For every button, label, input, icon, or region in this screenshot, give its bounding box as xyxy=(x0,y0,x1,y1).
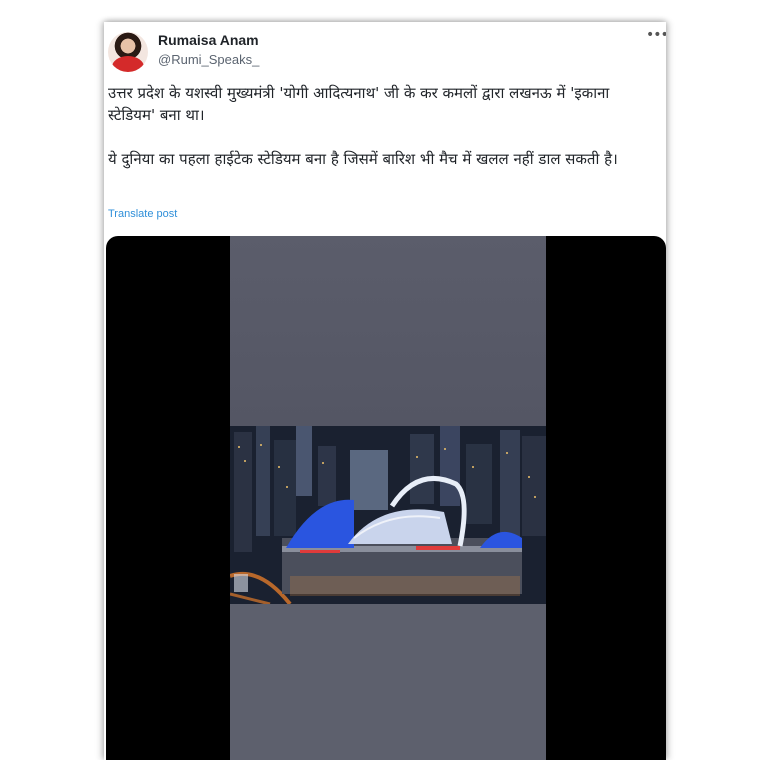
translate-post-link[interactable]: Translate post xyxy=(108,208,177,220)
author-name[interactable]: Rumaisa Anam xyxy=(158,32,259,48)
video-sky xyxy=(230,236,546,426)
more-dots-icon[interactable]: ••• xyxy=(646,28,666,44)
tweet-text-paragraph: उत्तर प्रदेश के यशस्वी मुख्यमंत्री 'योगी… xyxy=(108,84,610,124)
tweet-header: Rumaisa Anam @Rumi_Speaks_ ••• xyxy=(104,22,666,82)
avatar-shirt xyxy=(112,56,144,72)
video-bottom-band xyxy=(230,604,546,760)
stadium-image xyxy=(230,426,546,604)
author-handle[interactable]: @Rumi_Speaks_ xyxy=(158,52,259,67)
stadium-illustration xyxy=(230,426,546,604)
tweet-text-paragraph: ये दुनिया का पहला हाईटेक स्टेडियम बना है… xyxy=(108,150,618,168)
avatar[interactable] xyxy=(108,32,148,72)
video-player[interactable] xyxy=(106,236,666,760)
tweet-text: उत्तर प्रदेश के यशस्वी मुख्यमंत्री 'योगी… xyxy=(108,82,653,170)
video-frame xyxy=(230,236,546,760)
tweet-card: Rumaisa Anam @Rumi_Speaks_ ••• उत्तर प्र… xyxy=(104,22,666,760)
